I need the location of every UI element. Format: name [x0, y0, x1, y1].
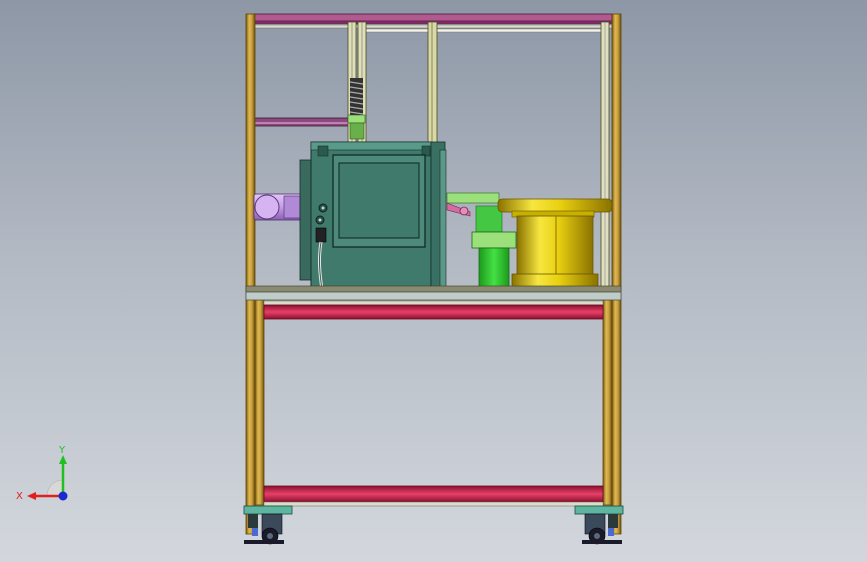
left-outer-post — [245, 13, 256, 535]
table-plate — [245, 285, 622, 301]
left-caster — [243, 505, 293, 545]
machine-housing[interactable] — [310, 141, 447, 289]
machine-frame-model[interactable] — [0, 0, 867, 562]
right-caster — [574, 505, 624, 545]
y-axis-label: Y — [58, 445, 66, 456]
right-inner-lower-post — [602, 299, 613, 506]
side-motor — [253, 159, 315, 281]
right-inner-rail — [600, 21, 610, 288]
upper-red-crossbar — [263, 300, 604, 320]
y-axis-arrowhead — [59, 455, 67, 464]
orientation-triad[interactable]: Y X — [10, 440, 80, 510]
left-inner-lower-post — [254, 299, 265, 506]
upper-left-crossbar — [253, 117, 351, 127]
x-axis-label: X — [16, 491, 23, 502]
lower-red-crossbar — [263, 485, 604, 507]
right-outer-post — [611, 13, 622, 535]
z-axis-dot — [58, 491, 68, 501]
graphics-viewport[interactable]: Y X — [0, 0, 867, 562]
spring-coil — [347, 78, 366, 140]
x-axis-arrowhead — [27, 492, 36, 500]
